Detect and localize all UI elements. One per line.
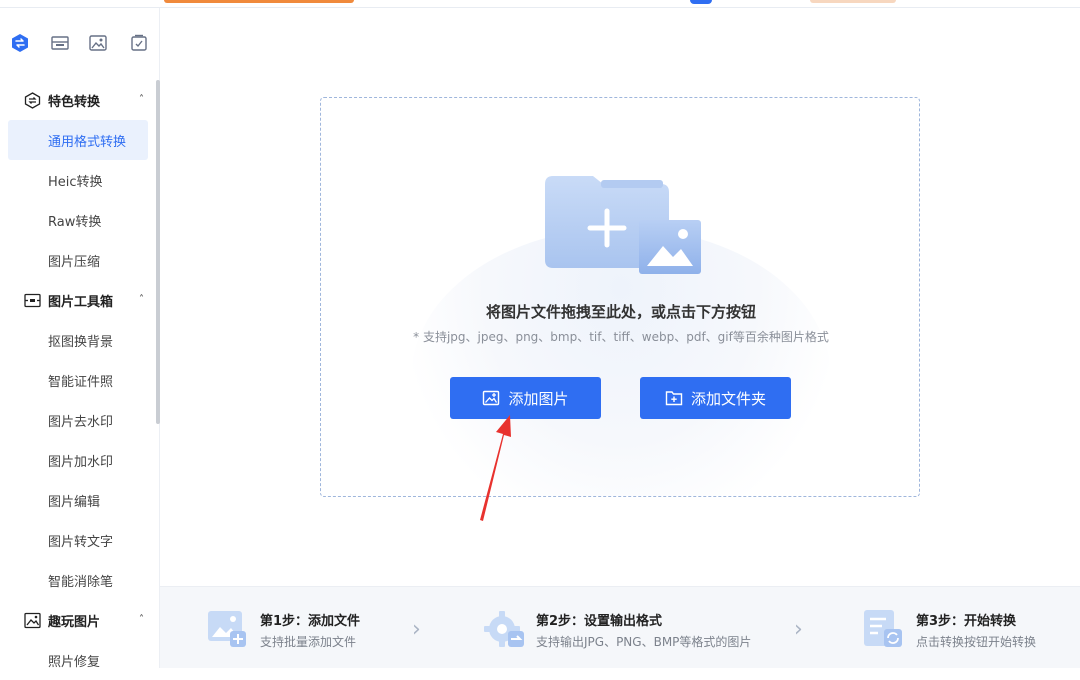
add-file-icon xyxy=(206,609,248,649)
folder-add-icon xyxy=(545,174,705,284)
section-image-toolbox[interactable]: 图片工具箱 ˄ xyxy=(0,280,156,320)
sidebar-item-ocr[interactable]: 图片转文字 xyxy=(0,520,156,560)
chevron-up-icon[interactable]: ˄ xyxy=(139,294,144,305)
convert-document-icon xyxy=(862,609,906,649)
chevron-up-icon[interactable]: ˄ xyxy=(139,94,144,105)
section-label: 特色转换 xyxy=(48,91,100,110)
sidebar-item-compress[interactable]: 图片压缩 xyxy=(0,240,156,280)
step-title: 第2步：设置输出格式 xyxy=(536,610,662,629)
sidebar-item-add-watermark[interactable]: 图片加水印 xyxy=(0,440,156,480)
add-folder-button[interactable]: 添加文件夹 xyxy=(640,377,791,419)
top-banner-fragment xyxy=(164,0,354,3)
add-image-label: 添加图片 xyxy=(508,388,568,409)
sidebar-item-id-photo[interactable]: 智能证件照 xyxy=(0,360,156,400)
sidebar-item-edit[interactable]: 图片编辑 xyxy=(0,480,156,520)
step-title: 第1步：添加文件 xyxy=(260,610,360,629)
section-special-convert[interactable]: 特色转换 ˄ xyxy=(0,80,156,120)
image-icon[interactable] xyxy=(87,32,109,54)
supported-formats: * 支持jpg、jpeg、png、bmp、tif、tiff、webp、pdf、g… xyxy=(321,328,920,345)
picture-icon xyxy=(24,612,41,629)
chevron-right-icon: › xyxy=(412,617,421,642)
toolbox-icon xyxy=(24,292,41,309)
sidebar-item-eraser[interactable]: 智能消除笔 xyxy=(0,560,156,600)
sidebar-tool-icons xyxy=(0,26,160,66)
section-label: 趣玩图片 xyxy=(48,611,100,630)
top-button-fragment xyxy=(810,0,896,3)
red-annotation-arrow xyxy=(470,410,520,525)
layout-icon[interactable] xyxy=(49,32,71,54)
drop-zone[interactable]: 将图片文件拖拽至此处，或点击下方按钮 * 支持jpg、jpeg、png、bmp、… xyxy=(320,97,920,497)
add-image-icon xyxy=(482,389,500,407)
step-title: 第3步：开始转换 xyxy=(916,610,1016,629)
sidebar-scrollbar[interactable] xyxy=(156,80,160,424)
sidebar-item-photo-repair[interactable]: 照片修复 xyxy=(0,640,156,680)
drop-zone-title: 将图片文件拖拽至此处，或点击下方按钮 xyxy=(321,301,920,322)
section-fun-images[interactable]: 趣玩图片 ˄ xyxy=(0,600,156,640)
top-avatar-fragment xyxy=(690,0,712,4)
sidebar-item-cutout[interactable]: 抠图换背景 xyxy=(0,320,156,360)
chevron-right-icon: › xyxy=(794,617,803,642)
checklist-icon[interactable] xyxy=(128,32,150,54)
sidebar-item-remove-watermark[interactable]: 图片去水印 xyxy=(0,400,156,440)
step-desc: 支持批量添加文件 xyxy=(260,633,356,650)
sidebar-menu: 特色转换 ˄ 通用格式转换 Heic转换 Raw转换 图片压缩 图片工具箱 ˄ … xyxy=(0,80,156,680)
sidebar-item-heic[interactable]: Heic转换 xyxy=(0,160,156,200)
section-label: 图片工具箱 xyxy=(48,291,113,310)
step-desc: 点击转换按钮开始转换 xyxy=(916,633,1036,650)
step-desc: 支持输出JPG、PNG、BMP等格式的图片 xyxy=(536,633,751,650)
steps-footer: 第1步：添加文件 支持批量添加文件 › 第2步：设置输出格式 支持输出JPG、P… xyxy=(160,586,1080,668)
settings-gear-icon xyxy=(482,609,526,649)
top-strip xyxy=(0,0,1080,8)
sidebar-item-general-format[interactable]: 通用格式转换 xyxy=(8,120,148,160)
add-folder-label: 添加文件夹 xyxy=(691,388,766,409)
add-folder-icon xyxy=(665,389,683,407)
sidebar: 特色转换 ˄ 通用格式转换 Heic转换 Raw转换 图片压缩 图片工具箱 ˄ … xyxy=(0,8,160,668)
swap-icon xyxy=(24,92,41,109)
chevron-up-icon[interactable]: ˄ xyxy=(139,614,144,625)
sidebar-item-raw[interactable]: Raw转换 xyxy=(0,200,156,240)
convert-icon[interactable] xyxy=(9,32,31,54)
